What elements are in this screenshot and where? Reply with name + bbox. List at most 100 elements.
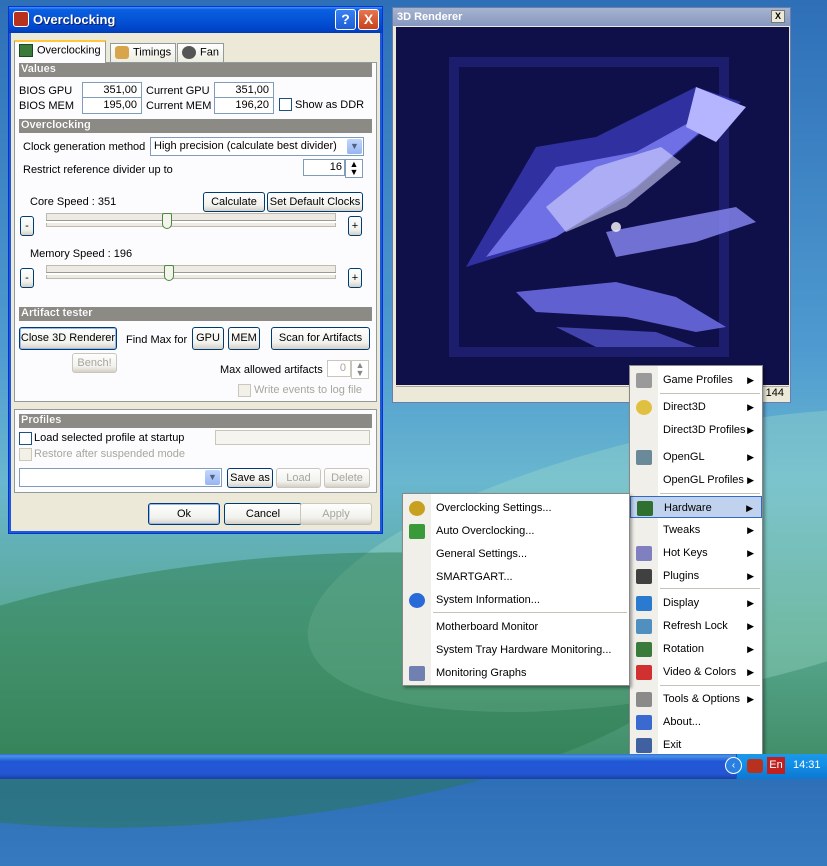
menu-item-general-settings[interactable]: General Settings... [403,543,629,565]
load-startup-checkbox[interactable] [19,432,32,445]
menu-item-display[interactable]: Display ▶ [630,592,762,614]
close-button[interactable]: X [358,9,379,30]
chevron-down-icon[interactable]: ▼ [347,139,362,154]
menu-item-smartgart[interactable]: SMARTGART... [403,566,629,588]
menu-item-label: Refresh Lock [663,620,728,632]
menu-item-refresh-lock[interactable]: Refresh Lock ▶ [630,615,762,637]
menu-item-direct3d[interactable]: Direct3D ▶ [630,396,762,418]
menu-item-label: Auto Overclocking... [436,525,535,537]
load-button[interactable]: Load [276,468,321,488]
renderer-close-button[interactable]: X [771,10,785,23]
menu-item-opengl[interactable]: OpenGL ▶ [630,446,762,468]
menu-item-label: Motherboard Monitor [436,621,539,633]
rotation-icon [636,642,652,657]
max-allowed-artifacts-input[interactable]: 0 [327,360,351,377]
profile-select[interactable]: ▼ [19,468,222,487]
tab-timings[interactable]: Timings [110,43,177,63]
core-slider-line [46,220,336,223]
menu-item-direct3d-profiles[interactable]: Direct3D Profiles ▶ [630,419,762,441]
restrict-divider-input[interactable]: 16 [303,159,345,176]
find-max-mem-button[interactable]: MEM [228,327,260,350]
submenu-arrow-icon: ▶ [747,694,754,704]
menu-item-label: Direct3D Profiles [663,424,746,436]
submenu-arrow-icon: ▶ [747,548,754,558]
spaceship-render [449,57,756,357]
menu-item-motherboard-monitor[interactable]: Motherboard Monitor [403,616,629,638]
submenu-arrow-icon: ▶ [747,375,754,385]
display-icon [636,596,652,611]
core-plus-button[interactable]: + [348,216,362,236]
menu-separator [433,612,627,613]
tab-fan[interactable]: Fan [177,43,224,63]
about-icon [636,715,652,730]
menu-item-tweaks[interactable]: Tweaks ▶ [630,519,762,541]
tray-clock[interactable]: 14:31 [793,759,821,771]
tray-app-icon[interactable] [747,759,763,773]
menu-item-overclocking-settings[interactable]: Overclocking Settings... [403,497,629,519]
menu-item-label: System Tray Hardware Monitoring... [436,644,612,656]
clock-method-select[interactable]: High precision (calculate best divider) … [150,137,364,156]
menu-item-about[interactable]: About... [630,711,762,733]
menu-item-label: Direct3D [663,401,706,413]
timings-tab-icon [115,46,129,59]
core-minus-button[interactable]: - [20,216,34,236]
bench-button[interactable]: Bench! [72,353,117,373]
artifacts-spinner-icon[interactable]: ▲ ▼ [351,360,369,379]
menu-item-tools-options[interactable]: Tools & Options ▶ [630,688,762,710]
find-max-gpu-button[interactable]: GPU [192,327,224,350]
clock-method-label: Clock generation method [23,141,146,153]
tab-label: Overclocking [37,44,101,57]
show-ddr-checkbox[interactable] [279,98,292,111]
overclocking-titlebar[interactable]: Overclocking ? X [9,7,382,33]
memory-minus-button[interactable]: - [20,268,34,288]
write-events-checkbox[interactable] [238,384,251,397]
menu-item-monitoring-graphs[interactable]: Monitoring Graphs [403,662,629,684]
menu-item-opengl-profiles[interactable]: OpenGL Profiles ▶ [630,469,762,491]
ok-button[interactable]: Ok [148,503,220,525]
menu-item-rotation[interactable]: Rotation ▶ [630,638,762,660]
current-mem-label: Current MEM [146,100,212,112]
current-gpu-label: Current GPU [146,85,210,97]
tray-expand-icon[interactable]: ‹ [725,757,742,774]
graphs-icon [409,666,425,681]
delete-button[interactable]: Delete [324,468,370,488]
restore-suspended-checkbox[interactable] [19,448,32,461]
renderer-titlebar[interactable]: 3D Renderer X [393,8,790,26]
bios-gpu-label: BIOS GPU [19,85,73,97]
menu-item-label: Tools & Options [663,693,741,705]
tab-label: Fan [200,46,219,59]
close-3d-renderer-button[interactable]: Close 3D Renderer [19,327,117,350]
tools-icon [636,692,652,707]
menu-item-exit[interactable]: Exit [630,734,762,756]
memory-slider-thumb[interactable] [164,265,175,281]
menu-item-video-colors[interactable]: Video & Colors ▶ [630,661,762,683]
overclocking-header: Overclocking [19,119,372,133]
cancel-button[interactable]: Cancel [224,503,302,525]
menu-item-hot-keys[interactable]: Hot Keys ▶ [630,542,762,564]
menu-item-auto-overclocking[interactable]: Auto Overclocking... [403,520,629,542]
chevron-down-icon[interactable]: ▼ [205,470,220,485]
menu-item-system-tray-hardware-monitoring[interactable]: System Tray Hardware Monitoring... [403,639,629,661]
calculate-button[interactable]: Calculate [203,192,265,212]
scan-artifacts-button[interactable]: Scan for Artifacts [271,327,370,350]
menu-item-system-information[interactable]: System Information... [403,589,629,611]
language-indicator[interactable]: En [767,757,785,774]
help-button[interactable]: ? [335,9,356,30]
tab-overclocking[interactable]: Overclocking [14,40,106,63]
menu-item-game-profiles[interactable]: Game Profiles ▶ [630,369,762,391]
set-default-clocks-button[interactable]: Set Default Clocks [267,192,363,212]
submenu-arrow-icon: ▶ [747,452,754,462]
renderer-window: 3D Renderer X 144 [392,7,791,403]
apply-button[interactable]: Apply [300,503,372,525]
save-as-button[interactable]: Save as [227,468,273,488]
submenu-arrow-icon: ▶ [747,644,754,654]
current-mem-field: 196,20 [214,97,274,114]
renderer-viewport[interactable] [396,27,789,385]
menu-item-label: About... [663,716,701,728]
memory-plus-button[interactable]: + [348,268,362,288]
spinner-icon[interactable]: ▲ ▼ [345,159,363,178]
menu-item-label: Tweaks [663,524,701,536]
menu-item-plugins[interactable]: Plugins ▶ [630,565,762,587]
core-slider-thumb[interactable] [161,213,172,229]
menu-item-hardware[interactable]: Hardware ▶ [630,496,762,518]
